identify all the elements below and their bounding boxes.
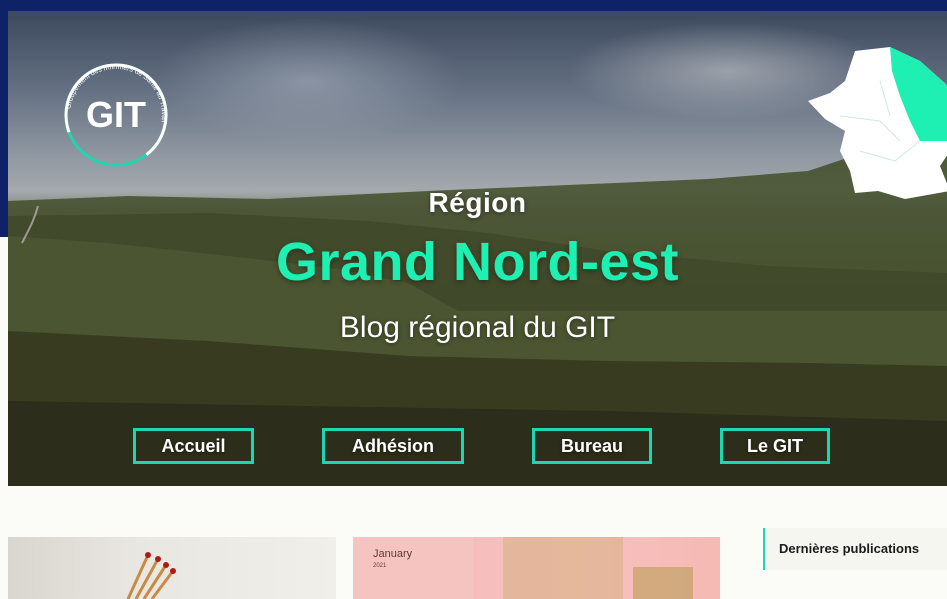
svg-text:2021: 2021 [373,563,387,569]
nav-adhesion-button[interactable]: Adhésion [322,428,464,464]
france-map-icon [808,47,947,199]
sidebar-title: Dernières publications [779,541,920,556]
navy-strip [0,11,8,237]
blog-subtitle: Blog régional du GIT [339,311,616,344]
matches-image [126,552,176,599]
post-card-matches[interactable] [8,537,336,599]
nav-le-git-button[interactable]: Le GIT [720,428,830,464]
region-name: Grand Nord-est [275,232,680,292]
svg-text:January: January [373,548,413,560]
git-logo[interactable]: Groupement des Infirmiers de Santé au Tr… [54,53,178,177]
calendar-image: January 2021 [353,537,693,599]
top-bar [0,0,947,11]
svg-text:GIT: GIT [86,94,146,135]
nav-accueil-button[interactable]: Accueil [133,428,254,464]
post-card-calendar[interactable]: January 2021 [353,537,720,599]
sidebar-latest-posts: Dernières publications [763,528,947,570]
nav-bureau-button[interactable]: Bureau [532,428,652,464]
hero-banner: Groupement des Infirmiers de Santé au Tr… [8,11,947,486]
